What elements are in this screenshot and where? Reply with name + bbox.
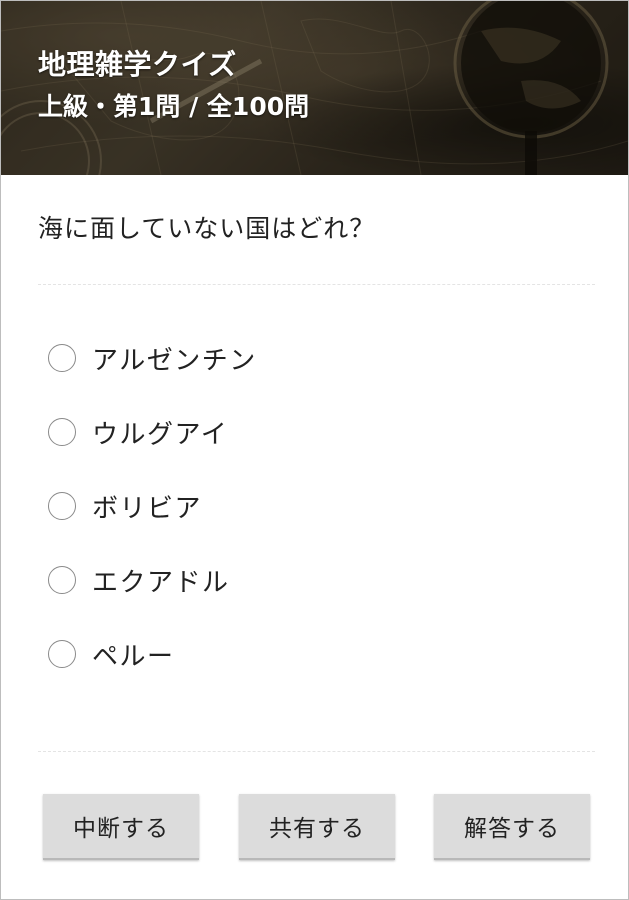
question-text: 海に面していない国はどれ？ [38,214,376,243]
option-label: ペルー [92,641,175,672]
quiz-header: 地理雑学クイズ 上級・第1問 / 全100問 [1,1,628,175]
option-label: アルゼンチン [92,345,257,376]
option-item[interactable]: アルゼンチン [48,321,257,395]
divider [38,284,595,285]
radio-button[interactable] [48,418,76,446]
quiz-screen: 地理雑学クイズ 上級・第1問 / 全100問 海に面していない国はどれ？ アルゼ… [0,0,629,900]
radio-button[interactable] [48,492,76,520]
question-progress: 上級・第1問 / 全100問 [38,92,310,121]
app-title: 地理雑学クイズ [38,48,237,81]
option-item[interactable]: ウルグアイ [48,395,257,469]
option-label: ウルグアイ [92,419,229,450]
action-buttons: 中断する 共有する 解答する [43,794,590,860]
radio-button[interactable] [48,566,76,594]
divider [38,751,595,752]
radio-button[interactable] [48,344,76,372]
option-item[interactable]: ボリビア [48,469,257,543]
answer-options: アルゼンチン ウルグアイ ボリビア エクアドル ペルー [48,321,257,691]
answer-button[interactable]: 解答する [434,794,590,860]
suspend-button[interactable]: 中断する [43,794,199,860]
option-label: エクアドル [92,567,230,598]
share-button[interactable]: 共有する [239,794,395,860]
option-label: ボリビア [92,493,203,524]
radio-button[interactable] [48,640,76,668]
option-item[interactable]: エクアドル [48,543,257,617]
option-item[interactable]: ペルー [48,617,257,691]
